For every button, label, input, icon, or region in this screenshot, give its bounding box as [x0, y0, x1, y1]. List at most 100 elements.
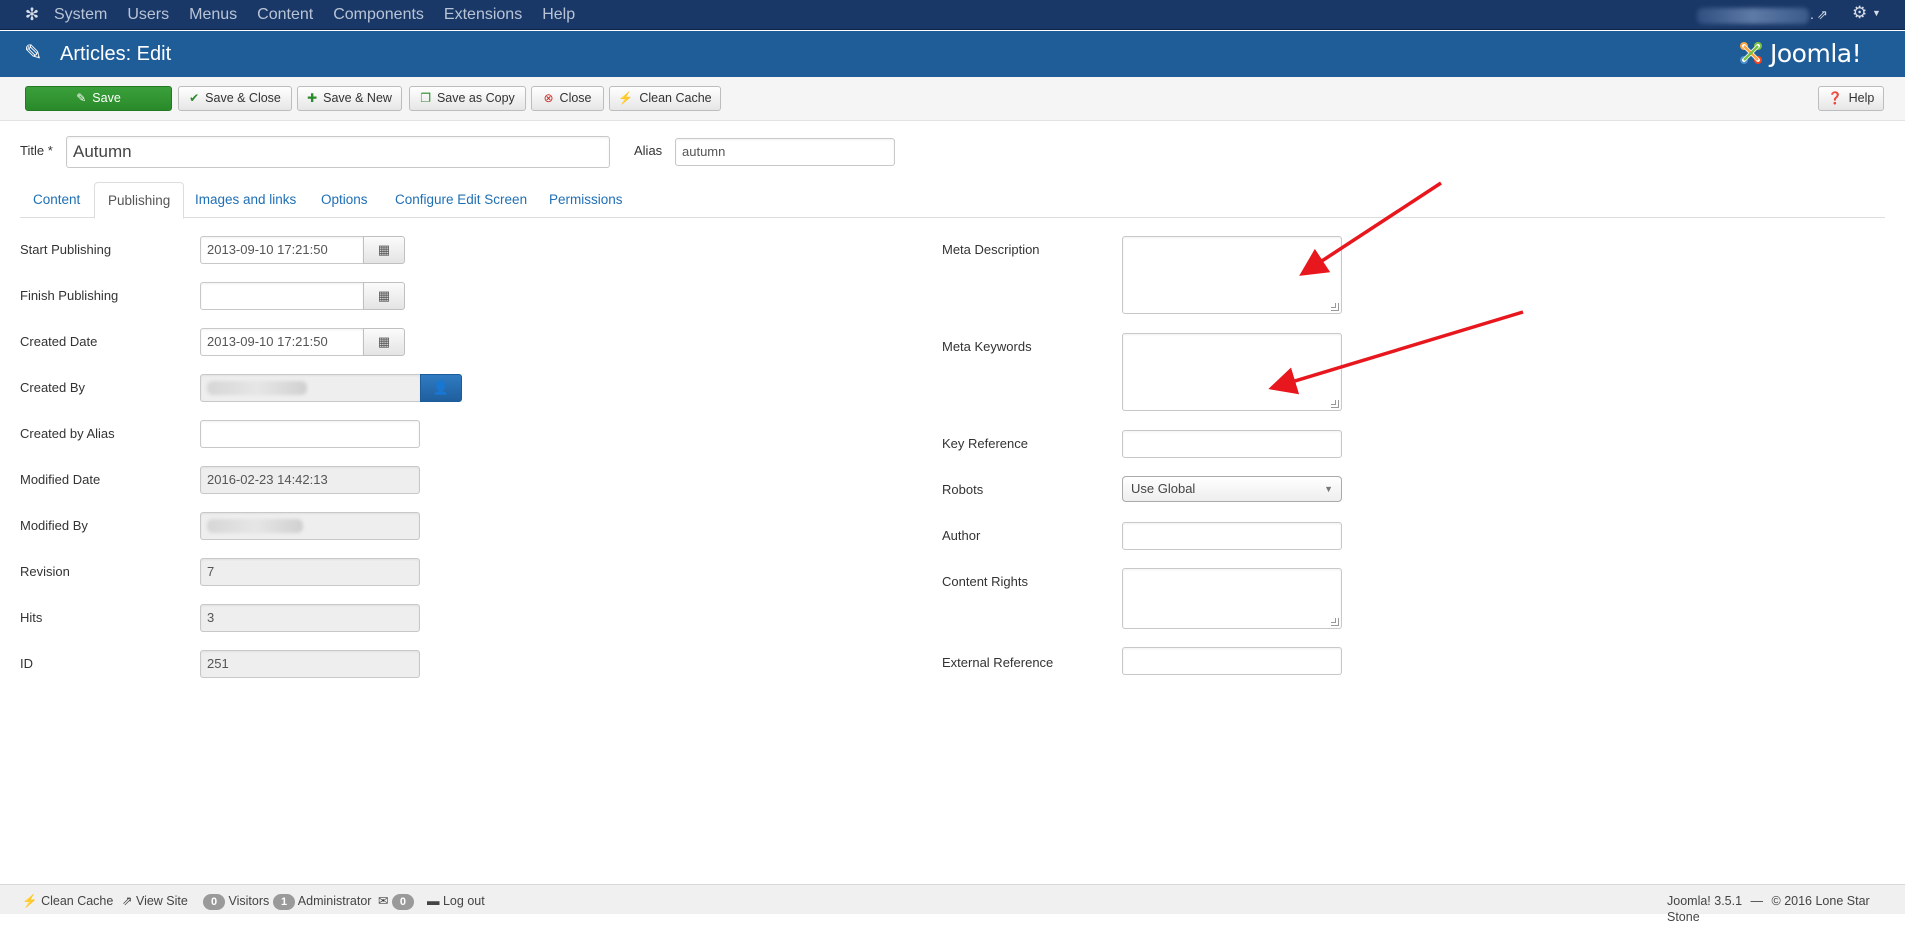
start-publishing-label: Start Publishing	[20, 242, 112, 257]
meta-description-textarea[interactable]	[1122, 236, 1342, 314]
robots-selected-value: Use Global	[1131, 481, 1196, 496]
footer-administrator[interactable]: 1 Administrator	[273, 893, 371, 910]
redacted-username	[207, 381, 307, 395]
created-by-alias-input[interactable]	[200, 420, 420, 448]
save-copy-button[interactable]: ❐ Save as Copy	[409, 86, 526, 111]
tab-content[interactable]: Content	[20, 182, 93, 219]
calendar-button[interactable]: ▦	[363, 328, 405, 356]
id-label: ID	[20, 656, 33, 671]
joomla-logo-icon[interactable]: ✻	[22, 5, 42, 25]
id-input: 251	[200, 650, 420, 678]
question-circle-icon: ❓	[1827, 91, 1843, 105]
content-rights-label: Content Rights	[942, 574, 1028, 589]
resize-grip-icon[interactable]	[1331, 303, 1339, 311]
author-label: Author	[942, 528, 981, 543]
created-date-input[interactable]: 2013-09-10 17:21:50	[200, 328, 364, 356]
key-reference-label: Key Reference	[942, 436, 1028, 451]
footer-view-site[interactable]: ⇗ View Site	[122, 893, 188, 909]
admin-count-badge: 1	[273, 894, 295, 910]
created-by-label: Created By	[20, 380, 86, 395]
broom-icon: ⚡	[22, 894, 38, 908]
joomla-brand-text: Joomla!	[1770, 38, 1862, 68]
resize-grip-icon[interactable]	[1331, 618, 1339, 626]
help-button[interactable]: ❓ Help	[1818, 86, 1884, 111]
start-publishing-input[interactable]: 2013-09-10 17:21:50	[200, 236, 364, 264]
created-by-input	[200, 374, 421, 402]
external-link-icon[interactable]: ⇗	[1817, 7, 1828, 23]
menu-system[interactable]: System	[54, 0, 107, 30]
page-header: ✎ Articles: Edit Joomla!	[0, 31, 1905, 77]
plus-icon: ✚	[307, 91, 318, 105]
calendar-button[interactable]: ▦	[363, 282, 405, 310]
tab-configure-edit-screen[interactable]: Configure Edit Screen	[382, 182, 540, 219]
broom-icon: ⚡	[618, 91, 634, 105]
title-input[interactable]: Autumn	[66, 136, 610, 168]
footer-messages[interactable]: ✉ 0	[378, 893, 414, 910]
hits-input: 3	[200, 604, 420, 632]
save-close-button[interactable]: ✔ Save & Close	[178, 86, 292, 111]
gear-icon[interactable]: ⚙	[1852, 3, 1867, 23]
status-footer: ⚡ Clean Cache ⇗ View Site 0 Visitors 1 A…	[0, 884, 1905, 924]
select-user-button[interactable]: 👤	[420, 374, 462, 402]
messages-count-badge: 0	[391, 894, 414, 910]
revision-label: Revision	[20, 564, 70, 579]
meta-description-label: Meta Description	[942, 242, 1040, 257]
content-rights-textarea[interactable]	[1122, 568, 1342, 629]
alias-label: Alias	[634, 143, 663, 158]
alias-input[interactable]: autumn	[675, 138, 895, 166]
finish-publishing-label: Finish Publishing	[20, 288, 119, 303]
close-circle-icon: ⊗	[543, 91, 554, 105]
copy-icon: ❐	[420, 91, 431, 105]
robots-select[interactable]: Use Global ▼	[1122, 476, 1342, 502]
external-reference-input[interactable]	[1122, 647, 1342, 675]
footer-visitors[interactable]: 0 Visitors	[203, 893, 269, 910]
menu-menus[interactable]: Menus	[189, 0, 237, 30]
redacted-username	[207, 519, 303, 533]
tab-images-and-links[interactable]: Images and links	[182, 182, 309, 219]
joomla-brand: Joomla!	[1736, 37, 1862, 69]
key-reference-input[interactable]	[1122, 430, 1342, 458]
modified-date-label: Modified Date	[20, 472, 101, 487]
caret-down-icon[interactable]: ▼	[1872, 8, 1881, 18]
resize-grip-icon[interactable]	[1331, 400, 1339, 408]
top-menu: System Users Menus Content Components Ex…	[54, 0, 595, 30]
title-label: Title *	[20, 143, 53, 158]
author-input[interactable]	[1122, 522, 1342, 550]
dropdown-arrow-icon: ▼	[1324, 484, 1333, 494]
footer-version-info: Joomla! 3.5.1 — © 2016 Lone Star Stone	[1667, 894, 1870, 924]
created-date-label: Created Date	[20, 334, 98, 349]
tab-permissions[interactable]: Permissions	[536, 182, 636, 219]
menu-components[interactable]: Components	[333, 0, 424, 30]
minus-icon: ▬	[427, 894, 440, 908]
user-icon: 👤	[432, 380, 450, 395]
save-new-button[interactable]: ✚ Save & New	[297, 86, 402, 111]
site-name-redacted[interactable]	[1697, 8, 1809, 24]
menu-content[interactable]: Content	[257, 0, 313, 30]
calendar-button[interactable]: ▦	[363, 236, 405, 264]
menu-help[interactable]: Help	[542, 0, 575, 30]
modified-date-input: 2016-02-23 14:42:13	[200, 466, 420, 494]
clean-cache-button[interactable]: ⚡ Clean Cache	[609, 86, 721, 111]
footer-clean-cache[interactable]: ⚡ Clean Cache	[22, 893, 113, 909]
joomla-brand-icon	[1740, 42, 1762, 64]
robots-label: Robots	[942, 482, 984, 497]
meta-keywords-label: Meta Keywords	[942, 339, 1032, 354]
save-button[interactable]: ✎ Save	[25, 86, 172, 111]
finish-publishing-input[interactable]	[200, 282, 364, 310]
envelope-icon: ✉	[378, 894, 389, 908]
tab-publishing[interactable]: Publishing	[94, 182, 185, 219]
menu-users[interactable]: Users	[127, 0, 169, 30]
checkmark-icon: ✔	[189, 91, 200, 105]
modified-by-input	[200, 512, 420, 540]
meta-keywords-textarea[interactable]	[1122, 333, 1342, 411]
close-button[interactable]: ⊗ Close	[531, 86, 604, 111]
site-name-dot: .	[1810, 6, 1814, 22]
visitors-count-badge: 0	[203, 894, 225, 910]
external-reference-label: External Reference	[942, 655, 1054, 670]
modified-by-label: Modified By	[20, 518, 88, 533]
footer-logout[interactable]: ▬ Log out	[427, 893, 485, 909]
tab-options[interactable]: Options	[308, 182, 381, 219]
top-navbar: ✻ System Users Menus Content Components …	[0, 0, 1905, 30]
calendar-icon: ▦	[377, 242, 391, 257]
menu-extensions[interactable]: Extensions	[444, 0, 522, 30]
